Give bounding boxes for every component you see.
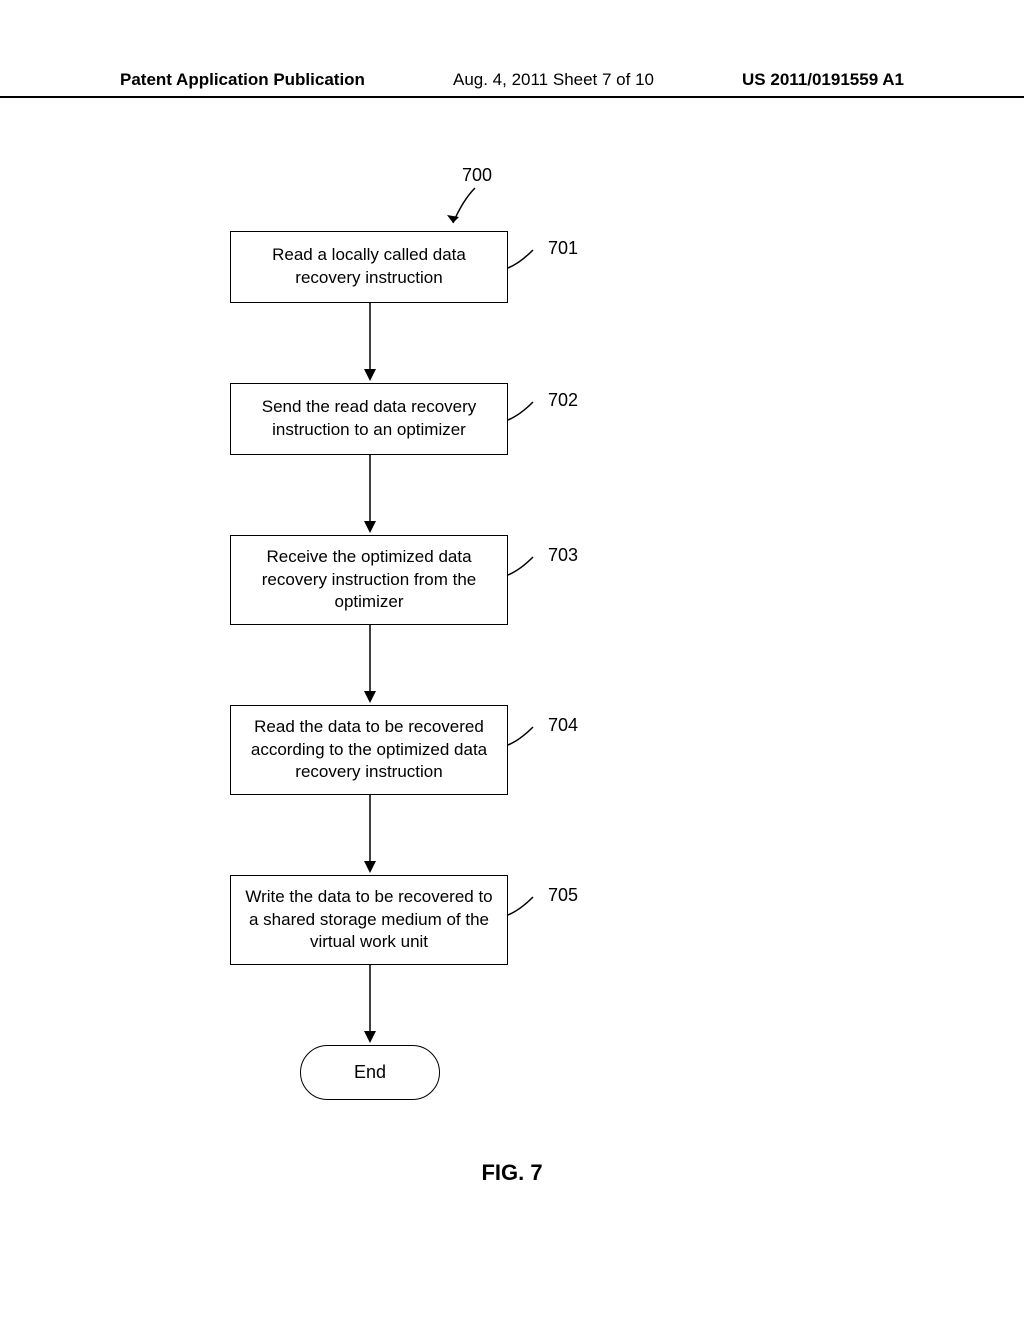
step-number-701: 701 — [548, 238, 578, 259]
header-date-sheet: Aug. 4, 2011 Sheet 7 of 10 — [453, 70, 654, 90]
label-connector-icon — [508, 895, 546, 925]
step-number-702: 702 — [548, 390, 578, 411]
flowchart-step-703: Receive the optimized data recovery inst… — [230, 535, 508, 625]
header-publication: Patent Application Publication — [120, 70, 365, 90]
step-text: Send the read data recovery instruction … — [243, 396, 495, 442]
end-label: End — [354, 1062, 386, 1083]
step-number-704: 704 — [548, 715, 578, 736]
flowchart-diagram: 700 Read a locally called data recovery … — [0, 130, 1024, 1320]
label-connector-icon — [508, 400, 546, 430]
flowchart-step-702: Send the read data recovery instruction … — [230, 383, 508, 455]
step-text: Read a locally called data recovery inst… — [243, 244, 495, 290]
label-connector-icon — [508, 725, 546, 755]
flowchart-start-number: 700 — [462, 165, 492, 186]
arrow-down-icon — [362, 625, 378, 705]
flowchart-step-705: Write the data to be recovered to a shar… — [230, 875, 508, 965]
header-patent-number: US 2011/0191559 A1 — [742, 70, 904, 90]
step-text: Read the data to be recovered according … — [243, 716, 495, 785]
step-number-703: 703 — [548, 545, 578, 566]
page-header: Patent Application Publication Aug. 4, 2… — [0, 70, 1024, 98]
flowchart-step-701: Read a locally called data recovery inst… — [230, 231, 508, 303]
arrow-down-icon — [362, 965, 378, 1045]
arrow-down-icon — [362, 795, 378, 875]
step-text: Write the data to be recovered to a shar… — [243, 886, 495, 955]
label-connector-icon — [508, 555, 546, 585]
flowchart-end: End — [300, 1045, 440, 1100]
arrow-down-icon — [362, 303, 378, 383]
start-arrow-icon — [445, 185, 485, 235]
step-text: Receive the optimized data recovery inst… — [243, 546, 495, 615]
step-number-705: 705 — [548, 885, 578, 906]
label-connector-icon — [508, 248, 546, 278]
arrow-down-icon — [362, 455, 378, 535]
figure-caption: FIG. 7 — [481, 1160, 542, 1186]
flowchart-step-704: Read the data to be recovered according … — [230, 705, 508, 795]
